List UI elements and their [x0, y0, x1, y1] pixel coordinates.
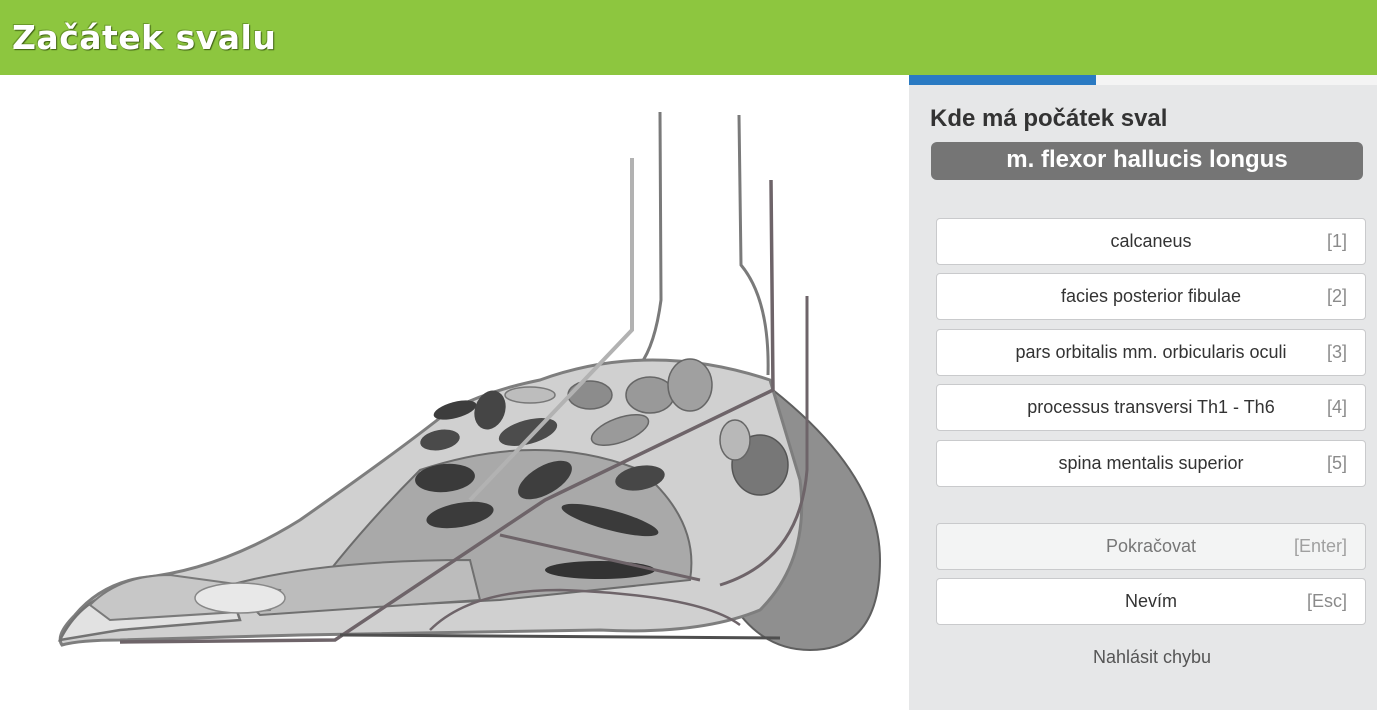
- answer-option-key: [2]: [1326, 286, 1347, 306]
- dont-know-key: [Esc]: [1306, 591, 1347, 611]
- report-error-link[interactable]: Nahlásit chybu: [909, 647, 1377, 668]
- answer-option-3[interactable]: pars orbitalis mm. orbicularis oculi [3]: [936, 329, 1366, 376]
- progress-bar-fill: [909, 75, 1097, 85]
- answer-option-4[interactable]: processus transversi Th1 - Th6 [4]: [936, 384, 1366, 431]
- continue-key: [Enter]: [1293, 536, 1347, 556]
- continue-label: Pokračovat: [1105, 536, 1197, 556]
- progress-bar: [909, 75, 1377, 85]
- question-prompt: Kde má počátek sval: [930, 105, 1168, 132]
- app-header: Začátek svalu: [0, 0, 1377, 75]
- dont-know-label: Nevím: [1124, 591, 1177, 611]
- dont-know-button[interactable]: Nevím [Esc]: [936, 578, 1366, 625]
- answer-option-label: facies posterior fibulae: [1060, 286, 1242, 306]
- foot-anatomy-illustration: [57, 111, 882, 652]
- continue-button[interactable]: Pokračovat [Enter]: [936, 523, 1366, 570]
- anatomy-illustration-area: [0, 75, 909, 710]
- answer-option-1[interactable]: calcaneus [1]: [936, 218, 1366, 265]
- answer-option-label: spina mentalis superior: [1058, 453, 1244, 473]
- answer-option-label: calcaneus: [1110, 231, 1192, 251]
- quiz-panel: Kde má počátek sval m. flexor hallucis l…: [909, 75, 1377, 710]
- answer-option-2[interactable]: facies posterior fibulae [2]: [936, 273, 1366, 320]
- app-title: Začátek svalu: [12, 18, 277, 57]
- question-term: m. flexor hallucis longus: [931, 142, 1363, 180]
- answer-option-label: pars orbitalis mm. orbicularis oculi: [1015, 342, 1287, 362]
- answer-option-5[interactable]: spina mentalis superior [5]: [936, 440, 1366, 487]
- answer-option-key: [1]: [1326, 231, 1347, 251]
- answer-option-key: [5]: [1326, 453, 1347, 473]
- answer-option-key: [4]: [1326, 397, 1347, 417]
- answer-option-label: processus transversi Th1 - Th6: [1027, 397, 1275, 417]
- answer-option-key: [3]: [1326, 342, 1347, 362]
